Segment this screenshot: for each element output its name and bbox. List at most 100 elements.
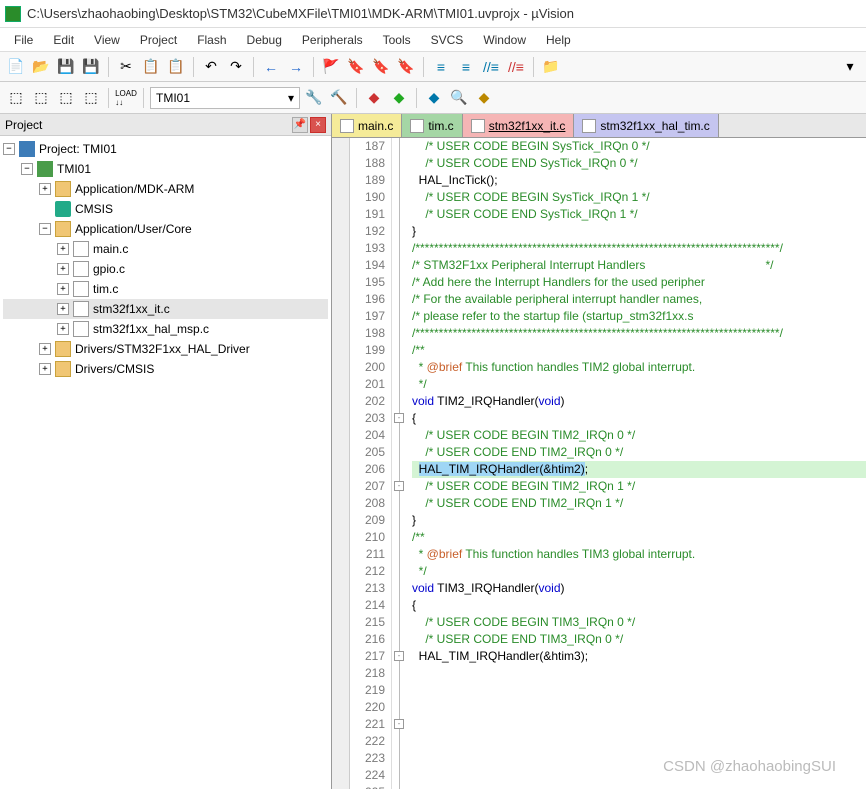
editor-tab[interactable]: stm32f1xx_it.c — [463, 114, 575, 138]
tree-expander[interactable]: − — [21, 163, 33, 175]
panel-pin-button[interactable]: 📌 — [292, 117, 308, 133]
tree-expander[interactable]: + — [57, 323, 69, 335]
code-content[interactable]: /* USER CODE BEGIN SysTick_IRQn 0 */ /* … — [408, 138, 866, 789]
tree-expander[interactable]: − — [39, 223, 51, 235]
copy-button[interactable]: 📋 — [140, 56, 162, 78]
tree-label: Application/User/Core — [75, 222, 192, 236]
menu-edit[interactable]: Edit — [45, 31, 82, 49]
app-icon — [5, 6, 21, 22]
tree-icon — [73, 301, 89, 317]
tree-expander[interactable]: − — [3, 143, 15, 155]
tree-expander[interactable]: + — [57, 283, 69, 295]
menu-peripherals[interactable]: Peripherals — [294, 31, 371, 49]
tree-target[interactable]: − TMI01 — [3, 159, 328, 179]
file-icon — [471, 119, 485, 133]
rebuild-button[interactable]: ⬚ — [55, 87, 77, 109]
options-button[interactable]: 🔧 — [303, 87, 325, 109]
tree-file[interactable]: + gpio.c — [3, 259, 328, 279]
separator — [108, 57, 109, 77]
download-button[interactable]: LOAD↓↓ — [115, 87, 137, 109]
fold-margin[interactable]: - - - - — [392, 138, 408, 789]
redo-button[interactable]: ↷ — [225, 56, 247, 78]
indent-button[interactable]: ≡ — [430, 56, 452, 78]
tree-expander[interactable]: + — [57, 243, 69, 255]
select-packs-button[interactable]: ◆ — [388, 87, 410, 109]
tree-label: Application/MDK-ARM — [75, 182, 194, 196]
code-editor[interactable]: 1871881891901911921931941951961971981992… — [332, 138, 866, 789]
menu-tools[interactable]: Tools — [375, 31, 419, 49]
find-button[interactable]: 📁 — [540, 56, 562, 78]
undo-button[interactable]: ↶ — [200, 56, 222, 78]
save-all-button[interactable]: 💾 — [80, 56, 102, 78]
tree-expander[interactable]: + — [39, 183, 51, 195]
separator — [356, 88, 357, 108]
comment-button[interactable]: //≡ — [480, 56, 502, 78]
menu-window[interactable]: Window — [475, 31, 534, 49]
bookmark-toggle-button[interactable]: 🚩 — [320, 56, 342, 78]
fold-toggle[interactable]: - — [394, 719, 404, 729]
tree-file[interactable]: +stm32f1xx_it.c — [3, 299, 328, 319]
project-tree[interactable]: −Project: TMI01−TMI01+Application/MDK-AR… — [0, 136, 331, 789]
manage-rt-env-button[interactable]: ◆ — [363, 87, 385, 109]
tree-expander[interactable]: + — [39, 363, 51, 375]
debug-button[interactable]: 🔍 — [448, 87, 470, 109]
fold-toggle[interactable]: - — [394, 481, 404, 491]
tree-file[interactable]: + main.c — [3, 239, 328, 259]
editor-tab[interactable]: stm32f1xx_hal_tim.c — [574, 114, 718, 137]
tree-group[interactable]: + Application/MDK-ARM — [3, 179, 328, 199]
nav-forward-button[interactable]: → — [285, 56, 307, 78]
editor-tab[interactable]: tim.c — [402, 114, 462, 137]
target-options-button[interactable]: 🔨 — [328, 87, 350, 109]
tree-label: gpio.c — [93, 262, 125, 276]
panel-close-button[interactable]: × — [310, 117, 326, 133]
breakpoint-margin[interactable] — [332, 138, 350, 789]
tree-group[interactable]: +Drivers/STM32F1xx_HAL_Driver — [3, 339, 328, 359]
build-button[interactable]: ⬚ — [5, 87, 27, 109]
new-file-button[interactable]: 📄 — [5, 56, 27, 78]
main-layout: Project 📌 × −Project: TMI01−TMI01+Applic… — [0, 114, 866, 789]
tree-expander[interactable]: + — [57, 263, 69, 275]
editor-area: main.ctim.cstm32f1xx_it.cstm32f1xx_hal_t… — [332, 114, 866, 789]
bookmark-clear-button[interactable]: 🔖 — [395, 56, 417, 78]
tree-group[interactable]: CMSIS — [3, 199, 328, 219]
tree-group[interactable]: +Drivers/CMSIS — [3, 359, 328, 379]
outdent-button[interactable]: ≡ — [455, 56, 477, 78]
file-icon — [340, 119, 354, 133]
menu-view[interactable]: View — [86, 31, 128, 49]
tree-label: TMI01 — [57, 162, 91, 176]
uncomment-button[interactable]: //≡ — [505, 56, 527, 78]
tree-root[interactable]: −Project: TMI01 — [3, 139, 328, 159]
fold-toggle[interactable]: - — [394, 651, 404, 661]
separator — [143, 88, 144, 108]
target-selector[interactable]: TMI01 ▾ — [150, 87, 300, 109]
tree-label: main.c — [93, 242, 128, 256]
bookmark-prev-button[interactable]: 🔖 — [345, 56, 367, 78]
nav-back-button[interactable]: ← — [260, 56, 282, 78]
menu-svcs[interactable]: SVCS — [423, 31, 472, 49]
menu-debug[interactable]: Debug — [239, 31, 290, 49]
tree-file[interactable]: +tim.c — [3, 279, 328, 299]
editor-tab[interactable]: main.c — [332, 114, 402, 137]
tree-file[interactable]: + stm32f1xx_hal_msp.c — [3, 319, 328, 339]
fold-toggle[interactable]: - — [394, 413, 404, 423]
pack-installer-button[interactable]: ◆ — [473, 87, 495, 109]
menu-flash[interactable]: Flash — [189, 31, 234, 49]
separator — [533, 57, 534, 77]
tree-label: stm32f1xx_hal_msp.c — [93, 322, 209, 336]
open-file-button[interactable]: 📂 — [30, 56, 52, 78]
tree-expander[interactable]: + — [39, 343, 51, 355]
cut-button[interactable]: ✂ — [115, 56, 137, 78]
menu-help[interactable]: Help — [538, 31, 579, 49]
tree-expander[interactable]: + — [57, 303, 69, 315]
toolbar-dropdown[interactable]: ▾ — [839, 56, 861, 78]
save-button[interactable]: 💾 — [55, 56, 77, 78]
menu-project[interactable]: Project — [132, 31, 185, 49]
paste-button[interactable]: 📋 — [165, 56, 187, 78]
build-toolbar: ⬚ ⬚ ⬚ ⬚ LOAD↓↓ TMI01 ▾ 🔧 🔨 ◆ ◆ ◆ 🔍 ◆ — [0, 82, 866, 114]
batch-build-button[interactable]: ⬚ — [80, 87, 102, 109]
build-target-button[interactable]: ⬚ — [30, 87, 52, 109]
books-button[interactable]: ◆ — [423, 87, 445, 109]
tree-group[interactable]: − Application/User/Core — [3, 219, 328, 239]
bookmark-next-button[interactable]: 🔖 — [370, 56, 392, 78]
menu-file[interactable]: File — [6, 31, 41, 49]
